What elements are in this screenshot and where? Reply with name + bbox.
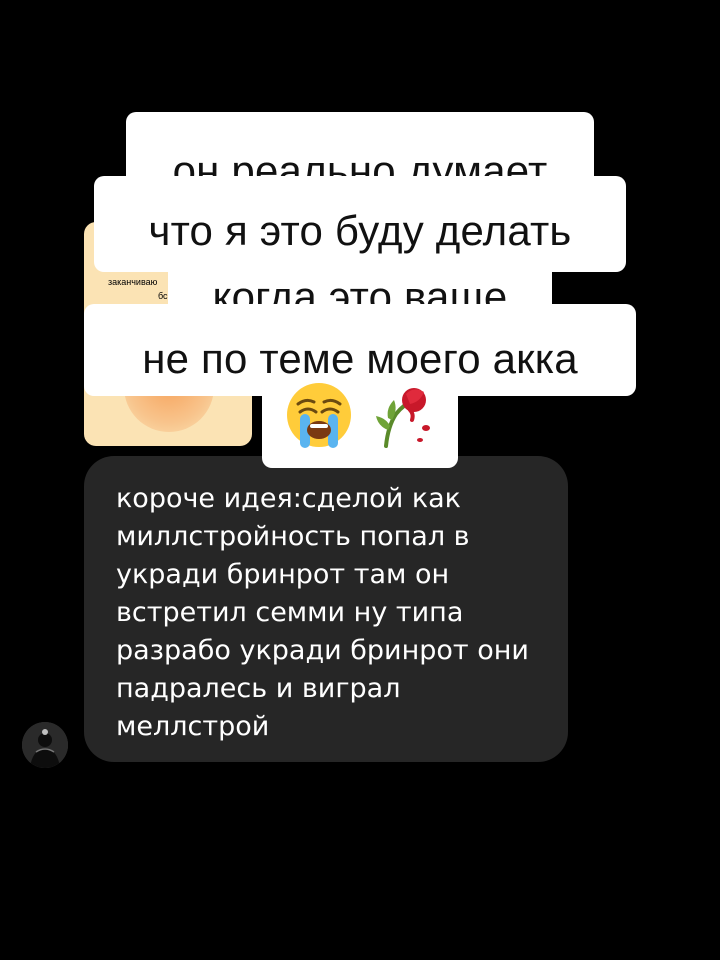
- message-bubble[interactable]: короче идея:сделой как миллстройность по…: [84, 456, 568, 762]
- card-caption-line1: заканчиваю: [108, 277, 158, 287]
- sender-avatar[interactable]: [22, 722, 68, 768]
- card-caption-line2: бс: [158, 291, 168, 301]
- message-text: короче идея:сделой как миллстройность по…: [116, 483, 529, 742]
- wilted-rose-emoji-icon: [376, 388, 430, 448]
- avatar-silhouette-icon: [22, 722, 68, 768]
- crying-face-emoji-icon: [287, 383, 351, 448]
